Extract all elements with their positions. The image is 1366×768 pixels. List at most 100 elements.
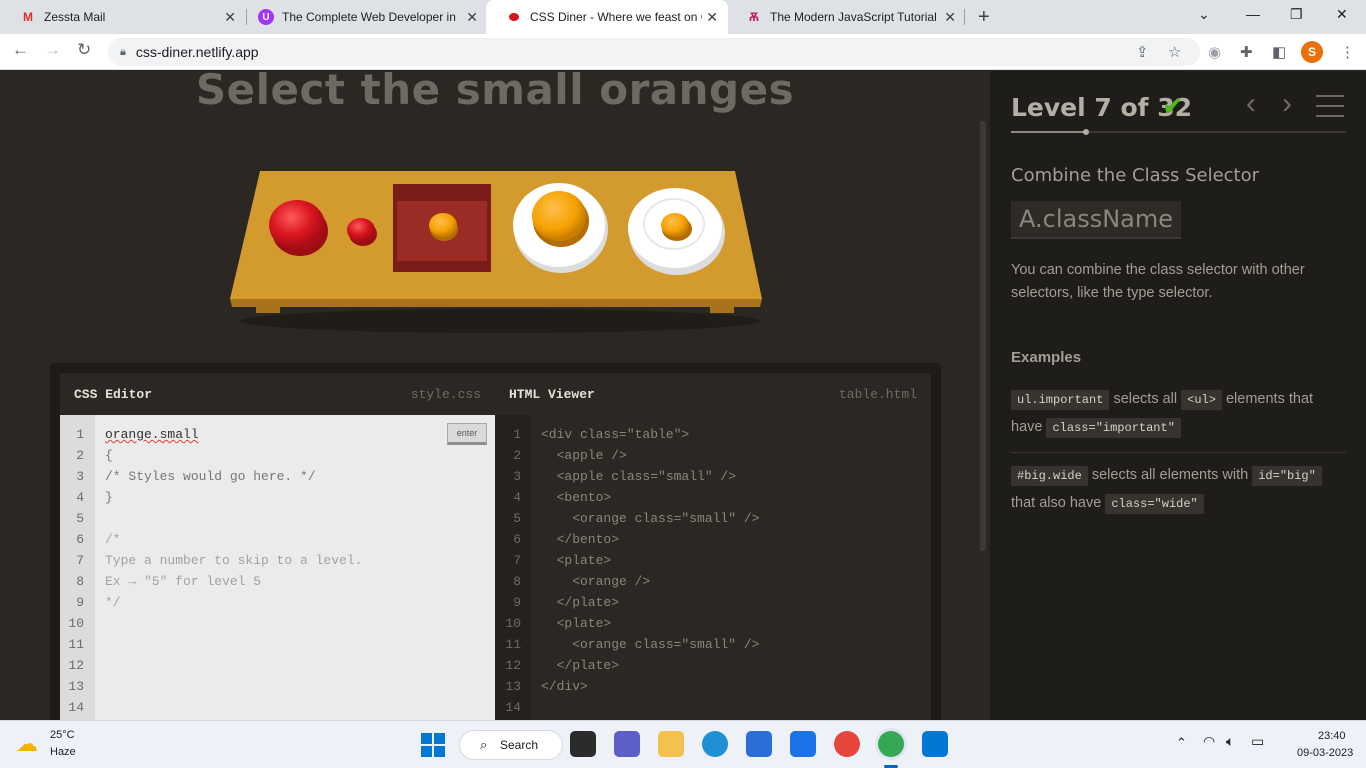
code-line: <orange /> [541, 574, 651, 589]
edge-browser-icon[interactable] [702, 731, 728, 757]
line-number: 10 [68, 616, 84, 631]
chrome-profile-icon[interactable] [834, 731, 860, 757]
previous-level-chevron-icon[interactable]: ‹ [1246, 87, 1256, 121]
tab-zessta-mail[interactable]: M Zessta Mail ✕ [0, 0, 246, 34]
clock-date[interactable]: 09-03-2023 [1297, 747, 1353, 759]
line-number: 13 [68, 679, 84, 694]
line-number: 12 [68, 658, 84, 673]
forward-arrow-icon[interactable]: → [44, 40, 61, 60]
share-icon[interactable]: ⇪ [1136, 43, 1149, 61]
address-bar[interactable]: 🔒︎ css-diner.netlify.app [108, 38, 1200, 66]
profile-avatar[interactable]: S [1301, 41, 1323, 63]
chrome-active-icon[interactable] [878, 731, 904, 757]
volume-icon[interactable]: 🔈︎ [1226, 733, 1234, 750]
lock-icon[interactable]: 🔒︎ [120, 46, 126, 59]
line-number: 5 [76, 511, 84, 526]
level-menu-icon[interactable] [1316, 95, 1344, 125]
weather-haze-icon[interactable]: ☁ [16, 731, 38, 757]
html-file-name: table.html [838, 386, 917, 402]
apple[interactable] [269, 200, 325, 250]
browser-tabstrip: M Zessta Mail ✕ U The Complete Web Devel… [0, 0, 1366, 34]
clock-time[interactable]: 23:40 [1318, 730, 1346, 742]
grammarly-extension-icon[interactable]: ◉ [1208, 43, 1221, 61]
code-line: { [105, 448, 113, 463]
dining-table [220, 161, 780, 341]
example-one: ul.important selects all <ul> elements t… [1011, 386, 1341, 442]
code-line: Type a number to skip to a level. [105, 553, 363, 568]
back-arrow-icon[interactable]: ← [12, 40, 29, 60]
close-icon[interactable]: ✕ [466, 9, 478, 26]
css-diner-icon [506, 9, 522, 25]
css-editor-input[interactable]: 1 2 3 4 5 6 7 8 9 10 11 12 13 14 orange.small{/* Styl… [60, 415, 495, 720]
close-icon[interactable]: ✕ [944, 9, 956, 26]
line-number: 2 [76, 448, 84, 463]
tab-search-chevron-icon[interactable]: ⌄ [1198, 6, 1210, 23]
html-viewer: 1 2 3 4 5 6 7 8 9 10 11 12 13 14 <div class="table"> … [495, 415, 931, 720]
css-editor-header: CSS Editor style.css [60, 373, 495, 415]
small-orange-in-bento[interactable] [429, 213, 457, 237]
mail-icon[interactable] [790, 731, 816, 757]
teams-chat-icon[interactable] [614, 731, 640, 757]
table-edge [230, 299, 762, 307]
selector-syntax: A.className [1011, 201, 1182, 239]
close-icon[interactable]: ✕ [224, 9, 236, 26]
css-diner-page: Select the small oranges CSS Editor styl… [0, 71, 1366, 720]
editor-panel: CSS Editor style.css HTML Viewer table.h… [50, 363, 941, 720]
example-code: #big.wide [1011, 466, 1088, 486]
new-tab-plus-icon[interactable]: + [978, 6, 990, 29]
example-code: class="wide" [1105, 494, 1204, 514]
tab-javascript-info[interactable]: Ѫ The Modern JavaScript Tutorial ✕ [726, 0, 966, 34]
weather-condition[interactable]: Haze [50, 746, 76, 758]
code-line: </div> [541, 679, 588, 694]
tab-css-diner[interactable]: CSS Diner - Where we feast on C ✕ [486, 0, 728, 34]
code-line: <apple /> [541, 448, 627, 463]
vscode-icon[interactable] [922, 731, 948, 757]
next-level-chevron-icon[interactable]: › [1282, 87, 1292, 121]
level-progress-fill [1011, 131, 1086, 133]
tray-overflow-chevron-icon[interactable]: ⌃ [1176, 735, 1187, 751]
side-panel-icon[interactable]: ◧ [1272, 43, 1286, 61]
tab-title: The Complete Web Developer in [282, 10, 456, 24]
line-number: 5 [513, 511, 521, 526]
line-number: 11 [68, 637, 84, 652]
reload-icon[interactable]: ↻ [77, 40, 91, 60]
line-number: 12 [505, 658, 521, 673]
extensions-puzzle-icon[interactable]: ✚ [1240, 43, 1253, 61]
minimize-icon[interactable]: — [1246, 6, 1260, 22]
file-explorer-icon[interactable] [658, 731, 684, 757]
orange-on-plate[interactable] [532, 191, 586, 241]
bookmark-star-icon[interactable]: ☆ [1168, 43, 1181, 61]
line-number: 9 [76, 595, 84, 610]
udemy-icon: U [258, 9, 274, 25]
code-line: <plate> [541, 553, 612, 568]
code-line: */ [105, 595, 121, 610]
small-orange-on-plate[interactable] [661, 213, 689, 237]
restore-icon[interactable]: ❐ [1290, 6, 1303, 23]
enter-button[interactable]: enter [447, 423, 487, 445]
table-shadow [240, 309, 760, 333]
example-code: class="important" [1046, 418, 1181, 438]
close-window-icon[interactable]: ✕ [1336, 6, 1348, 23]
line-number: 1 [76, 427, 84, 442]
windows-start-icon[interactable] [421, 733, 445, 757]
level-progress-dot [1083, 129, 1089, 135]
wifi-icon[interactable]: ◠ [1203, 733, 1215, 750]
checkmark-icon: ✔ [1162, 91, 1184, 121]
selector-hint: You can combine the class selector with … [1011, 262, 1305, 301]
task-view-icon[interactable] [570, 731, 596, 757]
small-apple[interactable] [347, 218, 375, 242]
battery-icon[interactable]: ▭ [1251, 733, 1264, 750]
tab-web-developer[interactable]: U The Complete Web Developer in ✕ [238, 0, 488, 34]
table-leg [256, 307, 280, 313]
line-number: 8 [513, 574, 521, 589]
code-line: </plate> [541, 658, 620, 673]
microsoft-store-icon[interactable] [746, 731, 772, 757]
close-icon[interactable]: ✕ [706, 9, 718, 26]
weather-temperature[interactable]: 25°C [50, 729, 75, 741]
taskbar-search[interactable]: ⌕ Search [459, 730, 563, 760]
line-number: 6 [76, 532, 84, 547]
page-scrollbar[interactable] [980, 121, 986, 551]
search-icon: ⌕ [480, 737, 488, 752]
level-sidebar: Level 7 of 32 ✔ ‹ › Combine the Class Se… [990, 71, 1366, 720]
kebab-menu-icon[interactable]: ⋮ [1340, 43, 1355, 61]
